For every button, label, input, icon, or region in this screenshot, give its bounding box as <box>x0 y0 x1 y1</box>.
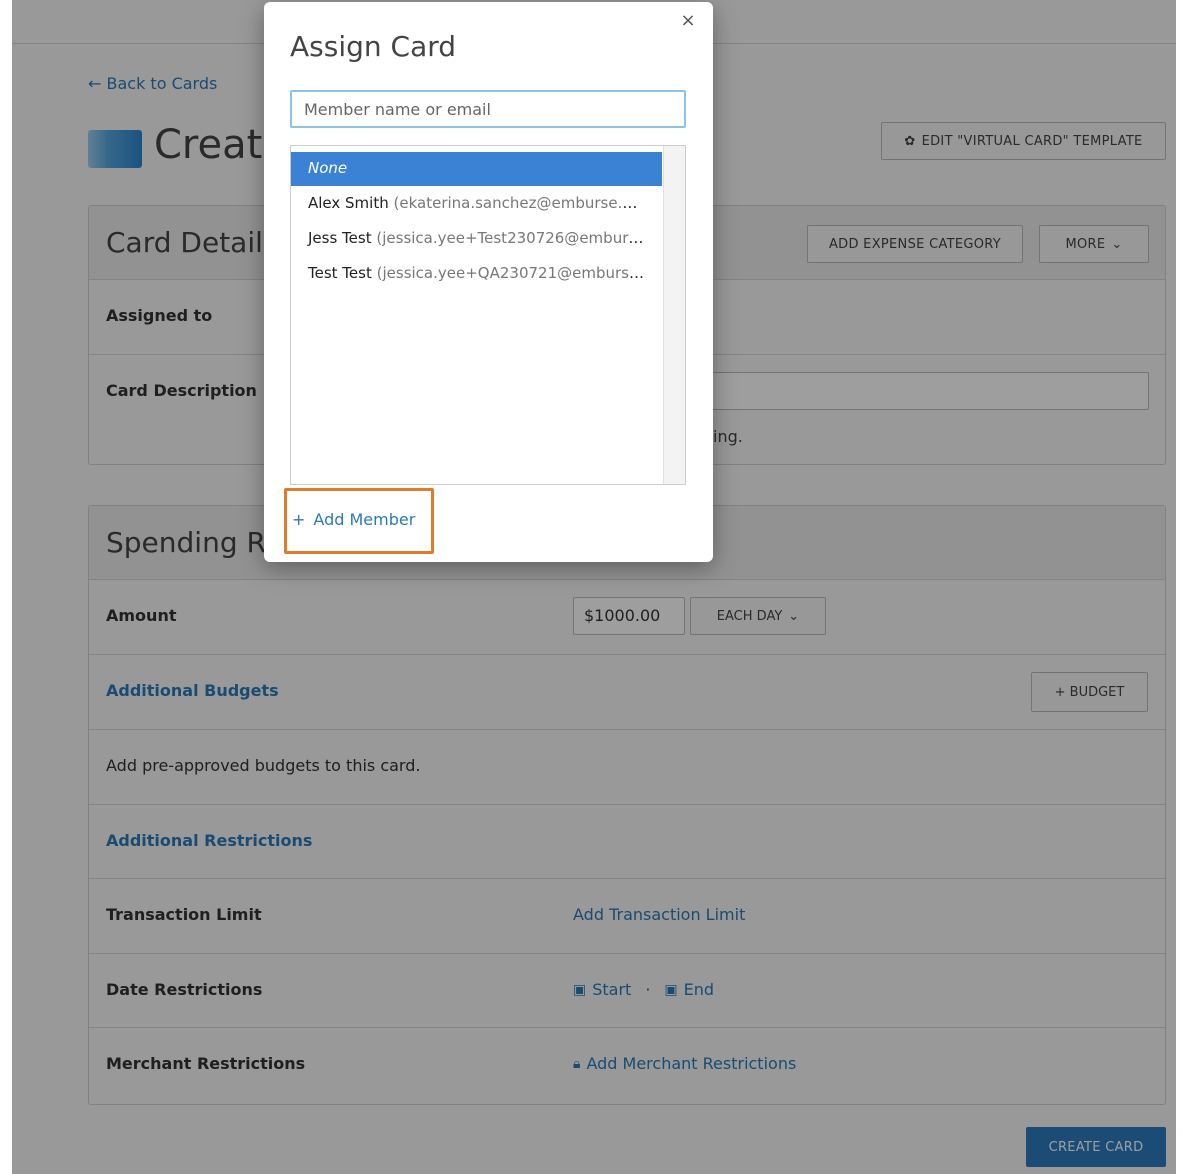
plus-icon: + <box>292 510 306 529</box>
option-email: (jessica.yee+Test230726@emburse... <box>376 229 660 247</box>
add-member-link[interactable]: + Add Member <box>292 510 415 529</box>
option-name: Test Test <box>308 264 372 282</box>
option-name: None <box>308 159 348 177</box>
assign-card-modal: × Assign Card None Alex Smith (ekaterina… <box>264 2 713 562</box>
option-name: Jess Test <box>308 229 372 247</box>
member-option[interactable]: Test Test (jessica.yee+QA230721@emburse.… <box>291 257 662 291</box>
add-member-label: Add Member <box>313 510 416 529</box>
listbox-scrollbar[interactable] <box>663 146 685 484</box>
option-email: (jessica.yee+QA230721@emburse.... <box>376 264 658 282</box>
close-icon[interactable]: × <box>679 12 697 30</box>
option-email: (ekaterina.sanchez@emburse.co... <box>393 194 654 212</box>
member-search-input[interactable] <box>290 90 686 128</box>
member-option-none[interactable]: None <box>291 152 662 186</box>
modal-title: Assign Card <box>290 30 457 63</box>
member-option[interactable]: Alex Smith (ekaterina.sanchez@emburse.co… <box>291 187 662 221</box>
option-name: Alex Smith <box>308 194 389 212</box>
member-option[interactable]: Jess Test (jessica.yee+Test230726@emburs… <box>291 222 662 256</box>
member-listbox[interactable]: None Alex Smith (ekaterina.sanchez@embur… <box>290 145 686 485</box>
